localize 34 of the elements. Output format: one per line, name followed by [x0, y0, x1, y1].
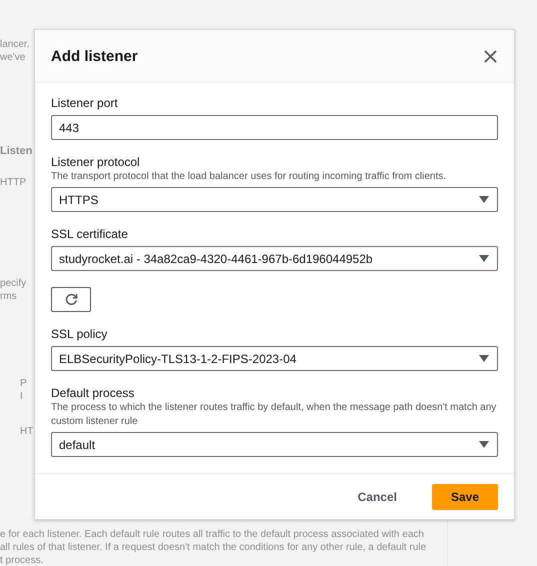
field-description: The transport protocol that the load balancer uses for routing incoming traffic from clients.	[51, 170, 448, 184]
refresh-button[interactable]	[51, 287, 91, 312]
field-label: Listener port	[51, 95, 118, 111]
caret-icon	[479, 355, 489, 362]
background-text: e for each listener. Each default rule routes all traffic to the default process associated with each	[0, 528, 424, 541]
field-description: The process to which the listener routes traffic by default, when the message path doesn't match any custom listener rule	[51, 401, 498, 429]
refresh-icon	[64, 293, 78, 306]
field-label: SSL certificate	[51, 226, 128, 242]
select-field[interactable]: ELBSecurityPolicy-TLS13-1-2-FIPS-2023-04	[51, 346, 498, 371]
caret-icon	[479, 255, 489, 262]
background-text: pecify	[0, 277, 26, 290]
background-text: all rules of that listener. If a request doesn't match the conditions for any other rule, a default rule	[0, 541, 426, 554]
background-text: P	[20, 377, 27, 390]
field-label: SSL policy	[51, 326, 108, 342]
select-field[interactable]: studyrocket.ai - 34a82ca9-4320-4461-967b-6d196044952b	[51, 246, 498, 271]
caret-icon	[479, 196, 489, 203]
background-text: HTTP	[0, 176, 26, 189]
field-label: Default process	[51, 385, 134, 401]
background-text: lancer.	[0, 38, 30, 51]
background-text: I	[20, 390, 23, 403]
close-icon[interactable]	[484, 50, 497, 62]
background-text: we've	[0, 51, 26, 64]
background-text: t process.	[0, 554, 44, 566]
field-label: Listener protocol	[51, 154, 140, 170]
cancel-button[interactable]: Cancel	[340, 484, 414, 510]
dialog-title: Add listener	[51, 48, 138, 64]
select-field[interactable]: HTTPS	[51, 187, 498, 212]
select-field[interactable]: default	[51, 432, 498, 457]
caret-icon	[479, 441, 489, 448]
background-text: Listen	[0, 145, 32, 158]
port-input[interactable]: 443	[51, 115, 498, 140]
background-text: HT	[20, 425, 34, 438]
save-button[interactable]: Save	[432, 484, 498, 510]
background-text: rms	[0, 290, 17, 303]
